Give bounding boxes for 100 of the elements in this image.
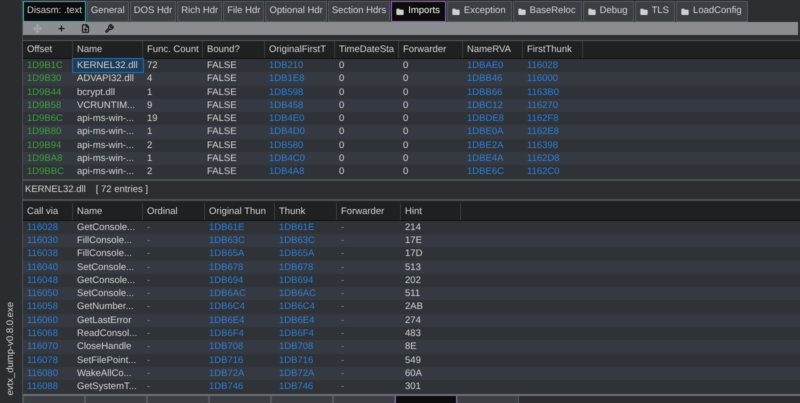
table-cell-text: 0 — [338, 138, 346, 152]
table-cell-text: 1DB708 — [278, 340, 314, 354]
column-header[interactable]: Forwarder — [399, 41, 463, 58]
table-cell-text: 0 — [338, 165, 346, 179]
table-cell-text: 1DBDE8 — [466, 112, 505, 126]
table-cell-text: 1DB746 — [278, 380, 314, 394]
tab[interactable]: Exception — [446, 1, 512, 22]
column-header[interactable]: TimeDateSta — [335, 41, 399, 58]
table-cell-text: - — [146, 260, 152, 274]
tab[interactable]: Optional Hdr — [265, 1, 327, 22]
table-cell-text: 2AB — [404, 300, 424, 314]
table-cell-text: bcrypt.dll — [76, 86, 116, 99]
table-cell-text: 17E — [404, 234, 423, 248]
column-header[interactable]: NameRVA — [463, 41, 523, 58]
tab[interactable]: BaseReloc — [512, 1, 582, 22]
table-cell-text: 0 — [402, 152, 410, 166]
table-cell-text: 1DB72A — [208, 366, 246, 380]
file-name-label[interactable]: evtx_dump-v0.8.0.exe — [4, 302, 18, 395]
column-header[interactable]: OriginalFirstT — [265, 41, 335, 58]
bottom-tab[interactable] — [395, 396, 457, 403]
table-cell-text: - — [340, 366, 346, 380]
table-cell-text: - — [146, 220, 152, 234]
table-cell-text: - — [146, 247, 152, 261]
table-cell-text: 9 — [146, 98, 154, 112]
column-header[interactable]: Name — [73, 202, 143, 220]
table-cell-text: FALSE — [206, 138, 238, 152]
table-cell-text: 1DBE4A — [466, 152, 504, 166]
tab[interactable]: General — [86, 1, 129, 22]
table-cell-text: 1DB458 — [268, 98, 304, 112]
table-cell-text: 1D9B58 — [26, 98, 62, 112]
table-cell-text: 549 — [404, 354, 422, 367]
table-cell-text: GetLastError — [76, 314, 132, 328]
table-cell-text: ADVAPI32.dll — [76, 72, 135, 86]
table-cell-text: ReadConsol... — [76, 327, 138, 340]
table-cell-text: - — [146, 234, 152, 248]
table-cell-text: 1DB4D0 — [268, 125, 306, 139]
table-cell-text: 1DB4E0 — [268, 112, 306, 126]
table-cell-text: 1D9B94 — [26, 138, 62, 152]
column-header[interactable]: FirstThunk — [523, 41, 583, 58]
table-cell-text: FALSE — [206, 86, 238, 99]
table-cell-text: SetConsole... — [76, 260, 136, 274]
table-cell-text: 0 — [402, 125, 410, 139]
table-cell-text: 1DB598 — [268, 86, 304, 99]
column-header[interactable]: Ordinal — [143, 202, 205, 220]
table-cell-text: 0 — [402, 138, 410, 152]
tab[interactable]: Section Hdrs — [328, 1, 390, 22]
tab[interactable]: LoadConfig — [676, 1, 748, 22]
table-cell-text: 116058 — [26, 300, 59, 314]
table-cell-text: - — [340, 260, 346, 274]
table-cell-text: - — [340, 340, 346, 354]
column-header[interactable]: Original Thun — [205, 202, 275, 220]
table-cell-text: 1DB6AC — [278, 287, 317, 300]
column-header[interactable]: Forwarder — [337, 202, 401, 220]
plus-icon[interactable] — [57, 24, 66, 33]
tab[interactable]: DOS Hdr — [130, 1, 176, 22]
table-cell-text: 116048 — [26, 274, 59, 288]
table-cell-text: FALSE — [206, 59, 238, 72]
table-cell-text: - — [146, 327, 152, 340]
table-cell-text: 1D9B44 — [26, 86, 62, 99]
table-cell-text: 72 — [146, 59, 159, 72]
wrench-icon[interactable] — [105, 24, 114, 33]
column-header[interactable]: Call via — [23, 202, 73, 220]
tab[interactable]: Disasm: .text — [23, 1, 86, 22]
table-cell-text: 1DB678 — [278, 260, 314, 274]
table-cell-text: 1DB72A — [278, 366, 316, 380]
table-cell-text: 1DB65A — [278, 247, 316, 261]
table-cell-text: 116080 — [26, 366, 59, 380]
table-cell-text: 214 — [404, 220, 422, 234]
table-cell-text: 0 — [338, 98, 346, 112]
table-cell-text: 483 — [404, 327, 422, 340]
table-cell-text: - — [340, 354, 346, 367]
table-cell-text: - — [146, 354, 152, 367]
tab[interactable]: Imports — [391, 1, 446, 22]
tab[interactable]: File Hdr — [223, 1, 264, 22]
table-cell-text: 1162C0 — [526, 165, 561, 179]
file-add-icon[interactable] — [81, 24, 90, 33]
table-cell-text: FALSE — [206, 72, 238, 86]
table-cell-text: 1DB6AC — [208, 287, 247, 300]
table-cell-text: CloseHandle — [76, 340, 132, 354]
table-cell-text: 511 — [404, 287, 422, 300]
table-cell-text: - — [146, 340, 152, 354]
table-cell-text: - — [340, 327, 346, 340]
table-cell-text: 1DB6F4 — [208, 327, 245, 340]
table-cell-text: 1D9BBC — [26, 165, 65, 179]
column-header[interactable]: Hint — [401, 202, 461, 220]
table-cell-text: 116068 — [26, 327, 59, 340]
column-header[interactable]: Bound? — [203, 41, 265, 58]
table-cell-text: 1DB694 — [208, 274, 244, 288]
table-cell-text: 1DBB66 — [466, 86, 504, 99]
table-cell-text: 301 — [404, 380, 422, 394]
tab[interactable]: Rich Hdr — [177, 1, 222, 22]
table-cell-text: 116028 — [26, 220, 59, 234]
folder-icon — [518, 8, 526, 16]
table-cell-text: FALSE — [206, 152, 238, 166]
folder-icon — [640, 8, 648, 16]
table-cell-text: 1DB61E — [208, 220, 246, 234]
tab[interactable]: Debug — [582, 1, 634, 22]
tab[interactable]: TLS — [634, 1, 676, 22]
table-cell-text: 1 — [146, 152, 154, 166]
column-header[interactable]: Thunk — [275, 202, 337, 220]
